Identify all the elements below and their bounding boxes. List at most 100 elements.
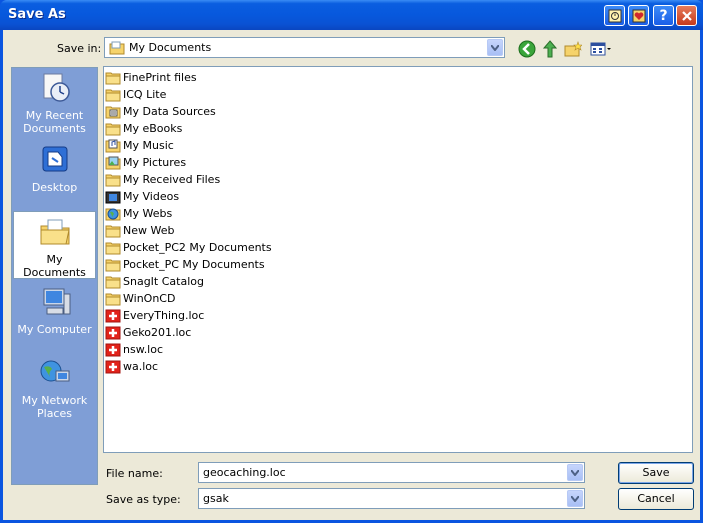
title-bar[interactable]: Save As ? [0, 0, 703, 30]
up-arrow-icon [542, 40, 558, 58]
folder-icon [105, 105, 123, 119]
file-row[interactable]: wa.loc [105, 358, 158, 375]
file-name: nsw.loc [123, 343, 164, 356]
my-documents-icon [40, 219, 70, 245]
file-name: Pocket_PC My Documents [123, 258, 265, 271]
file-name: Geko201.loc [123, 326, 192, 339]
save-as-dialog: Save As ? Save in: My Documents My Recen… [0, 0, 703, 523]
places-bar: My Recent Documents Desktop My Documents… [11, 67, 98, 485]
file-row[interactable]: WinOnCD [105, 290, 175, 307]
cancel-button[interactable]: Cancel [618, 488, 694, 510]
file-name: EveryThing.loc [123, 309, 205, 322]
file-row[interactable]: SnagIt Catalog [105, 273, 204, 290]
file-name: My eBooks [123, 122, 183, 135]
folder-icon [105, 139, 123, 153]
file-row[interactable]: EveryThing.loc [105, 307, 204, 324]
close-button[interactable] [676, 5, 697, 26]
back-button[interactable] [517, 39, 537, 59]
file-name: My Videos [123, 190, 180, 203]
folder-icon [105, 122, 123, 136]
folder-icon [105, 88, 123, 102]
view-menu-icon [590, 42, 611, 56]
place-recent-documents[interactable]: My Recent Documents [12, 68, 97, 136]
loc-file-icon [105, 326, 123, 340]
file-row[interactable]: My Pictures [105, 154, 186, 171]
file-row[interactable]: Geko201.loc [105, 324, 191, 341]
file-name: Pocket_PC2 My Documents [123, 241, 272, 254]
folder-icon [105, 224, 123, 238]
file-name: SnagIt Catalog [123, 275, 204, 288]
extra-clock-icon[interactable] [604, 5, 625, 26]
file-row[interactable]: My Webs [105, 205, 172, 222]
file-name: My Pictures [123, 156, 187, 169]
file-row[interactable]: My Videos [105, 188, 179, 205]
file-row[interactable]: ICQ Lite [105, 86, 166, 103]
place-label: My Documents [23, 253, 86, 279]
folder-icon [105, 190, 123, 204]
file-row[interactable]: My Music [105, 137, 174, 154]
new-folder-button[interactable] [563, 39, 583, 59]
file-name: My Webs [123, 207, 173, 220]
file-row[interactable]: My Data Sources [105, 103, 216, 120]
loc-file-icon [105, 360, 123, 374]
file-name-label: File name: [106, 467, 163, 480]
folder-icon [105, 207, 123, 221]
place-my-computer[interactable]: My Computer [12, 282, 97, 350]
up-folder-button[interactable] [540, 39, 560, 59]
file-name: New Web [123, 224, 175, 237]
chevron-down-icon[interactable] [487, 39, 503, 56]
save-in-label: Save in: [57, 42, 102, 55]
folder-icon [105, 156, 123, 170]
file-list[interactable]: FinePrint files ICQ Lite My Data Sources My… [103, 66, 693, 453]
loc-file-icon [105, 309, 123, 323]
file-name: My Music [123, 139, 174, 152]
view-menu-button[interactable] [589, 39, 613, 59]
file-name: My Data Sources [123, 105, 216, 118]
file-name: ICQ Lite [123, 88, 167, 101]
extra-favorite-icon[interactable] [628, 5, 649, 26]
file-name: WinOnCD [123, 292, 176, 305]
dialog-body: Save in: My Documents My Recent Document… [3, 30, 700, 520]
folder-icon [105, 258, 123, 272]
save-type-label: Save as type: [106, 493, 181, 506]
place-label: My Network Places [21, 394, 88, 420]
window-title: Save As [8, 7, 66, 22]
recent-documents-icon [43, 73, 70, 102]
computer-icon [43, 288, 70, 315]
file-row[interactable]: nsw.loc [105, 341, 163, 358]
file-row[interactable]: Pocket_PC2 My Documents [105, 239, 272, 256]
file-name: My Received Files [123, 173, 221, 186]
back-arrow-icon [518, 40, 536, 58]
file-name-field[interactable]: geocaching.loc [198, 462, 585, 483]
place-label: My Computer [17, 323, 92, 336]
file-name-value[interactable]: geocaching.loc [203, 466, 286, 479]
folder-icon [105, 71, 123, 85]
save-type-dropdown[interactable]: gsak [198, 488, 585, 509]
file-row[interactable]: New Web [105, 222, 174, 239]
loc-file-icon [105, 343, 123, 357]
save-in-value: My Documents [129, 41, 212, 54]
place-network[interactable]: My Network Places [12, 353, 97, 421]
place-desktop[interactable]: Desktop [12, 140, 97, 208]
file-row[interactable]: Pocket_PC My Documents [105, 256, 265, 273]
folder-icon [105, 275, 123, 289]
file-row[interactable]: My eBooks [105, 120, 182, 137]
save-button[interactable]: Save [618, 462, 694, 484]
desktop-icon [42, 146, 67, 172]
new-folder-icon [564, 41, 582, 57]
help-button[interactable]: ? [653, 5, 674, 26]
file-name: wa.loc [123, 360, 159, 373]
place-label: My Recent Documents [23, 109, 86, 135]
folder-icon [105, 173, 123, 187]
chevron-down-icon[interactable] [567, 490, 583, 507]
file-row[interactable]: FinePrint files [105, 69, 197, 86]
save-in-dropdown[interactable]: My Documents [104, 37, 505, 58]
help-icon: ? [659, 7, 668, 24]
file-name: FinePrint files [123, 71, 197, 84]
folder-icon [105, 241, 123, 255]
close-icon [681, 10, 692, 21]
network-icon [40, 360, 69, 382]
chevron-down-icon[interactable] [567, 464, 583, 481]
place-my-documents[interactable]: My Documents [13, 211, 96, 279]
file-row[interactable]: My Received Files [105, 171, 220, 188]
